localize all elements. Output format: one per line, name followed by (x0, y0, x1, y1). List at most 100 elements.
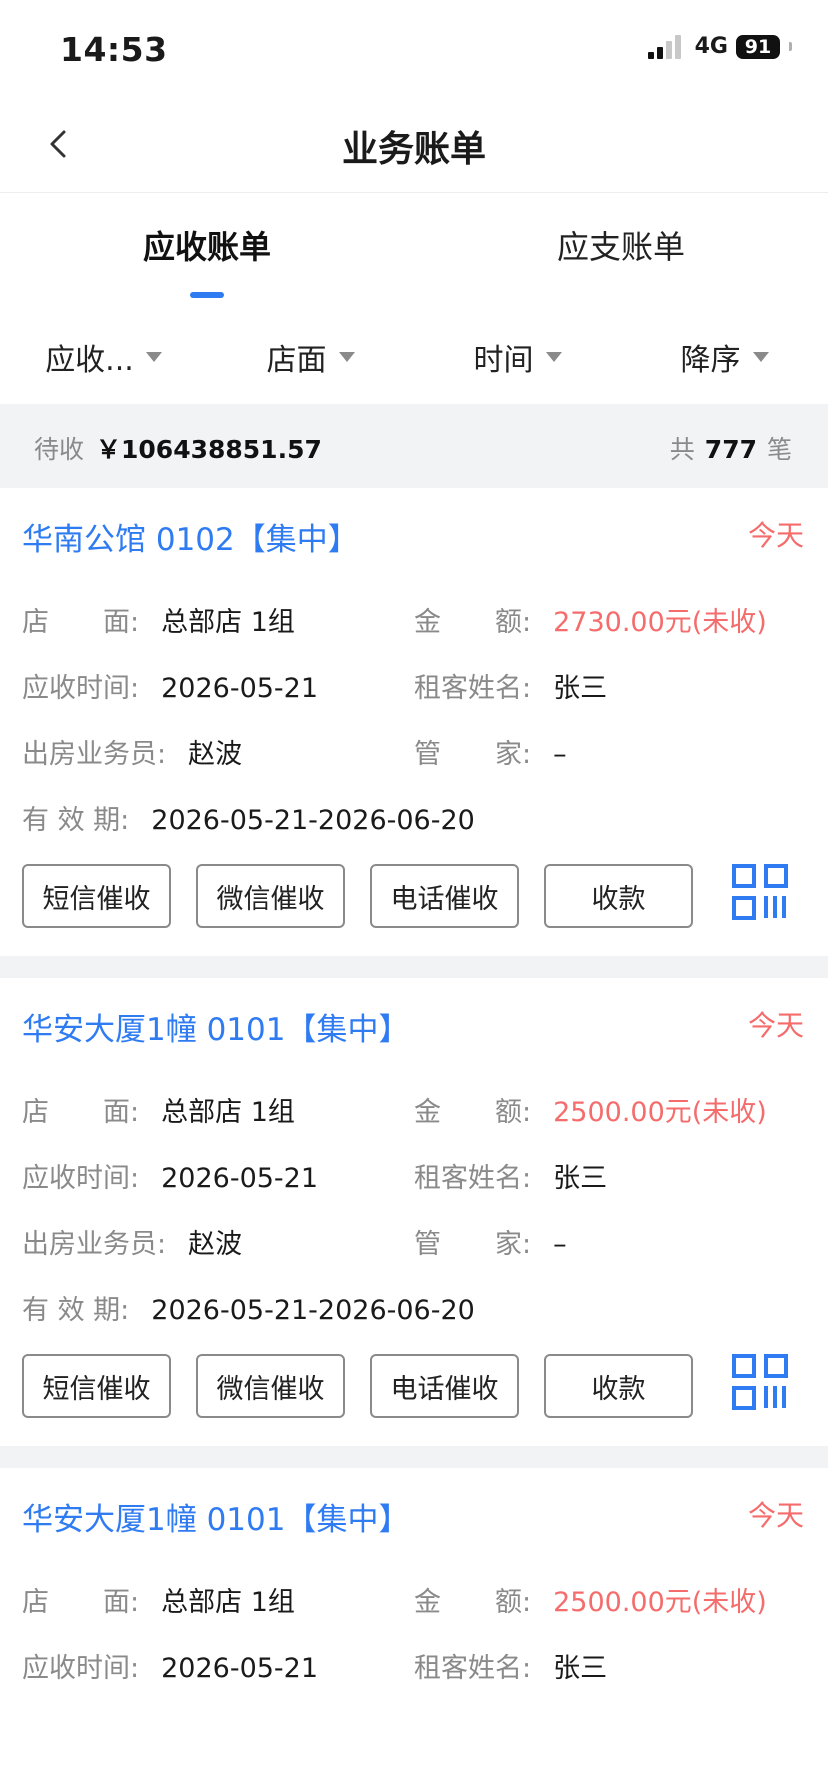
phone-reminder-button[interactable]: 电话催收 (370, 1354, 519, 1418)
wechat-reminder-button[interactable]: 微信催收 (196, 1354, 345, 1418)
sms-reminder-button[interactable]: 短信催收 (22, 864, 171, 928)
signal-icon (647, 34, 681, 59)
due-tag: 今天 (747, 1009, 804, 1042)
manager-field: 管 家: – (414, 732, 567, 771)
validity-field: 有 效 期: 2026-05-21-2026-06-20 (22, 1288, 475, 1327)
bill-card[interactable]: 华南公馆 0102【集中】 今天 店 面: 总部店 1组 金 额: 2730.00元… (0, 488, 828, 956)
caret-down-icon (145, 352, 162, 362)
store-value: 总部店 1组 (161, 1097, 295, 1128)
agent-field: 出房业务员: 赵波 (22, 1222, 242, 1261)
agent-label: 出房业务员: (22, 1229, 167, 1260)
pending-summary: 待收 ￥106438851.57 (34, 430, 322, 466)
total-summary: 共 777 笔 (670, 430, 792, 466)
agent-label: 出房业务员: (22, 739, 167, 770)
due-time-value: 2026-05-21 (161, 1163, 319, 1194)
pending-label: 待收 (34, 435, 85, 464)
filter-store-label: 店面 (266, 343, 327, 378)
summary-bar: 待收 ￥106438851.57 共 777 笔 (0, 404, 828, 488)
battery-icon: 91 (736, 34, 780, 59)
status-indicators: 4G 91 (647, 34, 792, 59)
pending-amount: ￥106438851.57 (96, 435, 322, 464)
card-divider (0, 956, 828, 978)
network-type: 4G (694, 34, 728, 59)
amount-label: 金 额: (414, 607, 532, 638)
nav-bar: 业务账单 (0, 96, 828, 193)
total-suffix: 笔 (766, 435, 792, 464)
bill-tabs: 应收账单 应支账单 (0, 192, 828, 302)
agent-value: 赵波 (188, 1229, 243, 1260)
manager-field: 管 家: – (414, 1222, 567, 1261)
active-tab-indicator (190, 292, 224, 298)
amount-field: 金 额: 2500.00元(未收) (414, 1090, 767, 1129)
filter-time-label: 时间 (473, 343, 534, 378)
manager-value: – (553, 1229, 567, 1260)
bill-title[interactable]: 华南公馆 0102【集中】 (22, 514, 359, 559)
validity-value: 2026-05-21-2026-06-20 (151, 1295, 475, 1326)
qr-code-icon[interactable] (732, 864, 788, 920)
due-time-field: 应收时间: 2026-05-21 (22, 1156, 318, 1195)
amount-value: 2730.00元(未收) (553, 607, 767, 638)
agent-field: 出房业务员: 赵波 (22, 732, 242, 771)
filter-sort[interactable]: 降序 (621, 310, 828, 404)
tenant-field: 租客姓名: 张三 (414, 666, 607, 705)
due-tag: 今天 (747, 519, 804, 552)
phone-reminder-button[interactable]: 电话催收 (370, 864, 519, 928)
store-value: 总部店 1组 (161, 1587, 295, 1618)
tenant-value: 张三 (553, 1653, 608, 1684)
bill-card[interactable]: 华安大厦1幢 0101【集中】 今天 店 面: 总部店 1组 金 额: 2500.0… (0, 978, 828, 1446)
tenant-label: 租客姓名: (414, 673, 532, 704)
validity-label: 有 效 期: (22, 805, 130, 836)
filter-store[interactable]: 店面 (207, 310, 414, 404)
collect-payment-button[interactable]: 收款 (544, 864, 693, 928)
amount-value: 2500.00元(未收) (553, 1587, 767, 1618)
manager-label: 管 家: (414, 739, 532, 770)
store-field: 店 面: 总部店 1组 (22, 1090, 295, 1129)
tenant-label: 租客姓名: (414, 1653, 532, 1684)
filter-time[interactable]: 时间 (414, 310, 621, 404)
bill-card[interactable]: 华安大厦1幢 0101【集中】 今天 店 面: 总部店 1组 金 额: 2500.0… (0, 1468, 828, 1792)
validity-field: 有 效 期: 2026-05-21-2026-06-20 (22, 798, 475, 837)
amount-value: 2500.00元(未收) (553, 1097, 767, 1128)
due-time-field: 应收时间: 2026-05-21 (22, 666, 318, 705)
amount-field: 金 额: 2730.00元(未收) (414, 600, 767, 639)
store-value: 总部店 1组 (161, 607, 295, 638)
bill-title[interactable]: 华安大厦1幢 0101【集中】 (22, 1004, 409, 1049)
tab-payable[interactable]: 应支账单 (414, 222, 828, 268)
caret-down-icon (338, 352, 355, 362)
wechat-reminder-button[interactable]: 微信催收 (196, 864, 345, 928)
filter-type[interactable]: 应收... (0, 310, 207, 404)
amount-label: 金 额: (414, 1587, 532, 1618)
status-time: 14:53 (60, 30, 168, 69)
battery-cap (789, 42, 792, 51)
due-time-label: 应收时间: (22, 1653, 140, 1684)
amount-label: 金 额: (414, 1097, 532, 1128)
qr-code-icon[interactable] (732, 1354, 788, 1410)
total-count: 777 (704, 435, 757, 464)
collect-payment-button[interactable]: 收款 (544, 1354, 693, 1418)
amount-field: 金 额: 2500.00元(未收) (414, 1580, 767, 1619)
due-tag: 今天 (747, 1499, 804, 1532)
due-time-value: 2026-05-21 (161, 673, 319, 704)
status-bar: 14:53 4G 91 (0, 0, 828, 96)
sms-reminder-button[interactable]: 短信催收 (22, 1354, 171, 1418)
manager-label: 管 家: (414, 1229, 532, 1260)
store-field: 店 面: 总部店 1组 (22, 1580, 295, 1619)
filter-sort-label: 降序 (680, 343, 741, 378)
due-time-value: 2026-05-21 (161, 1653, 319, 1684)
bill-title[interactable]: 华安大厦1幢 0101【集中】 (22, 1494, 409, 1539)
store-label: 店 面: (22, 1097, 140, 1128)
manager-value: – (553, 739, 567, 770)
total-prefix: 共 (669, 435, 695, 464)
card-divider (0, 1446, 828, 1468)
tenant-value: 张三 (553, 673, 608, 704)
tab-receivable[interactable]: 应收账单 (0, 222, 414, 268)
tenant-value: 张三 (553, 1163, 608, 1194)
filter-bar: 应收... 店面 时间 降序 (0, 310, 828, 404)
due-time-field: 应收时间: 2026-05-21 (22, 1646, 318, 1685)
due-time-label: 应收时间: (22, 1163, 140, 1194)
due-time-label: 应收时间: (22, 673, 140, 704)
agent-value: 赵波 (188, 739, 243, 770)
store-field: 店 面: 总部店 1组 (22, 600, 295, 639)
battery-level: 91 (744, 35, 772, 58)
store-label: 店 面: (22, 1587, 140, 1618)
